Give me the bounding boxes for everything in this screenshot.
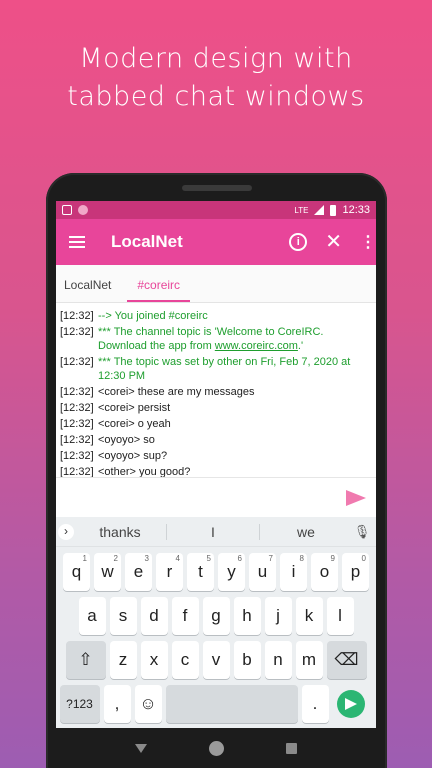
key-row-1: q1w2e3r4t5y6u7i8o9p0: [56, 553, 376, 591]
letter-key[interactable]: t5: [187, 553, 214, 591]
promo-headline: Modern design with tabbed chat windows: [0, 40, 432, 116]
letter-key[interactable]: a: [78, 597, 106, 635]
message-input-bar: [56, 477, 376, 517]
info-icon[interactable]: i: [289, 233, 308, 251]
tab-localnet[interactable]: LocalNet: [64, 278, 121, 302]
message-time: [12:32]: [60, 434, 94, 446]
letter-key[interactable]: g: [202, 597, 230, 635]
soft-keyboard: › thanks I we 🎙 q1w2e3r4t5y6u7i8o9p0 asd…: [56, 517, 376, 728]
message-row: [12:32] --> You joined #coreirc: [60, 309, 372, 323]
system-nav-bar: [56, 728, 376, 768]
more-options-icon[interactable]: ⋮: [360, 232, 376, 252]
microphone-icon[interactable]: 🎙: [352, 524, 372, 540]
letter-key[interactable]: c: [171, 641, 199, 679]
letter-key[interactable]: p0: [342, 553, 369, 591]
message-text: <oyoyo> so: [98, 434, 155, 446]
letter-key[interactable]: n: [264, 641, 292, 679]
comma-key[interactable]: ,: [103, 685, 131, 723]
message-time: [12:32]: [60, 356, 94, 368]
letter-key[interactable]: z: [109, 641, 137, 679]
phone-speaker: [182, 185, 252, 191]
message-text: --> You joined #coreirc: [98, 310, 208, 322]
message-input[interactable]: [64, 486, 346, 510]
period-key[interactable]: .: [301, 685, 329, 723]
headline-line-1: Modern design with: [79, 43, 353, 74]
letter-key[interactable]: i8: [280, 553, 307, 591]
letter-key[interactable]: b: [233, 641, 261, 679]
letter-key[interactable]: l: [326, 597, 354, 635]
suggestion-item[interactable]: I: [167, 524, 259, 540]
message-text: <corei> these are my messages: [98, 386, 255, 398]
letter-key[interactable]: d: [140, 597, 168, 635]
signal-icon: [314, 205, 325, 215]
notification-icon: [62, 205, 72, 215]
message-row: [12:32] <corei> persist: [60, 401, 372, 415]
letter-key[interactable]: e3: [125, 553, 152, 591]
channel-tabs: LocalNet #coreirc: [56, 265, 376, 303]
suggestion-strip: › thanks I we 🎙: [56, 517, 376, 547]
message-text: *** The topic was set by other on Fri, F…: [98, 356, 351, 382]
letter-key[interactable]: j: [264, 597, 292, 635]
letter-key[interactable]: k: [295, 597, 323, 635]
letter-key[interactable]: m: [295, 641, 323, 679]
suggestion-item[interactable]: thanks: [74, 524, 166, 540]
message-time: [12:32]: [60, 418, 94, 430]
back-icon[interactable]: [135, 743, 147, 753]
letter-key[interactable]: o9: [311, 553, 338, 591]
home-icon[interactable]: [209, 740, 224, 756]
letter-key[interactable]: q1: [63, 553, 90, 591]
letter-key[interactable]: r4: [156, 553, 183, 591]
send-icon[interactable]: [346, 489, 366, 506]
message-link[interactable]: www.coreirc.com: [215, 340, 298, 352]
letter-key[interactable]: h: [233, 597, 261, 635]
message-row: [12:32] *** The channel topic is 'Welcom…: [60, 325, 372, 353]
backspace-key[interactable]: ⌫: [326, 641, 367, 679]
message-row: [12:32] <corei> o yeah: [60, 417, 372, 431]
letter-key[interactable]: s: [109, 597, 137, 635]
key-row-3: ⇧ zxcvbnm ⌫: [56, 641, 376, 679]
message-text: <corei> persist: [98, 402, 171, 414]
message-text: *** The channel topic is 'Welcome to Cor…: [98, 326, 324, 352]
menu-icon[interactable]: [69, 236, 85, 248]
phone-screen: LTE 12:33 LocalNet i ✕ ⋮ LocalNet #corei…: [56, 201, 376, 768]
message-row: [12:32] <oyoyo> so: [60, 433, 372, 447]
letter-key[interactable]: w2: [94, 553, 121, 591]
shift-key[interactable]: ⇧: [65, 641, 106, 679]
message-row: [12:32] <oyoyo> sup?: [60, 449, 372, 463]
headline-line-2: tabbed chat windows: [67, 81, 365, 112]
message-row: [12:32] <corei> these are my messages: [60, 385, 372, 399]
close-icon[interactable]: ✕: [325, 232, 342, 252]
message-time: [12:32]: [60, 310, 94, 322]
message-log: [12:32] --> You joined #coreirc [12:32] …: [56, 303, 376, 479]
letter-key[interactable]: x: [140, 641, 168, 679]
suggestion-item[interactable]: we: [260, 524, 352, 540]
enter-key[interactable]: [336, 690, 365, 718]
letter-key[interactable]: v: [202, 641, 230, 679]
message-text: <oyoyo> sup?: [98, 450, 168, 462]
tab-coreirc[interactable]: #coreirc: [127, 278, 191, 302]
letter-key[interactable]: u7: [249, 553, 276, 591]
network-type: LTE: [294, 205, 309, 215]
letter-key[interactable]: y6: [218, 553, 245, 591]
battery-icon: [330, 204, 337, 216]
key-row-2: asdfghjkl: [56, 597, 376, 635]
message-row: [12:32] *** The topic was set by other o…: [60, 355, 372, 383]
recents-icon[interactable]: [286, 742, 297, 754]
app-bar-title: LocalNet: [111, 232, 183, 251]
chevron-right-icon[interactable]: ›: [58, 523, 74, 540]
key-row-4: ?123 , ☺ .: [56, 685, 376, 723]
message-time: [12:32]: [60, 386, 94, 398]
symbols-key[interactable]: ?123: [59, 685, 100, 723]
message-text: <corei> o yeah: [98, 418, 171, 430]
message-time: [12:32]: [60, 450, 94, 462]
space-key[interactable]: [165, 685, 298, 723]
message-time: [12:32]: [60, 402, 94, 414]
message-time: [12:32]: [60, 326, 94, 338]
status-time: 12:33: [342, 204, 370, 216]
app-notification-icon: [78, 205, 88, 215]
app-bar: LocalNet i ✕ ⋮: [56, 219, 376, 265]
emoji-key[interactable]: ☺: [134, 685, 162, 723]
status-bar: LTE 12:33: [56, 201, 376, 219]
letter-key[interactable]: f: [171, 597, 199, 635]
